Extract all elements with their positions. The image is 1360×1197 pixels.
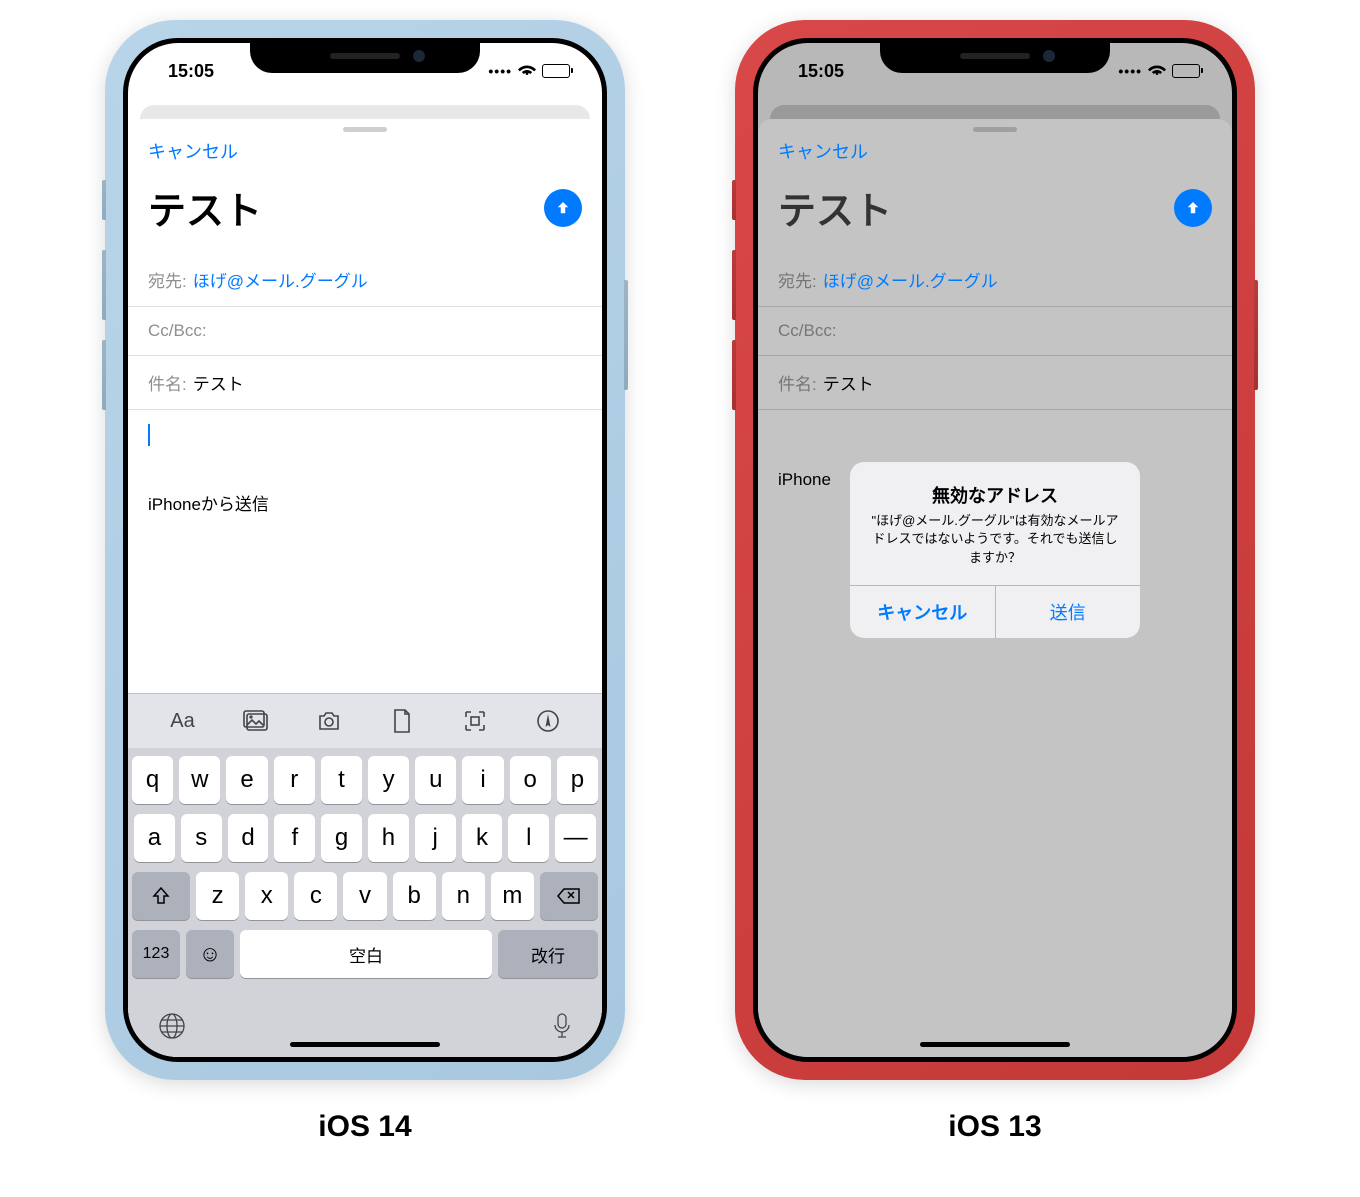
notch xyxy=(880,38,1110,73)
phone-frame-blue: 15:05 •••• キャンセル xyxy=(105,20,625,1080)
keyboard: Aa xyxy=(128,693,602,1057)
speaker xyxy=(960,53,1030,59)
number-key[interactable]: 123 xyxy=(132,930,180,978)
volume-up xyxy=(732,250,736,320)
cc-bcc-field[interactable]: Cc/Bcc: xyxy=(128,307,602,356)
status-time: 15:05 xyxy=(168,61,214,82)
document-icon[interactable] xyxy=(377,708,427,734)
mute-switch xyxy=(102,180,106,220)
shift-key[interactable] xyxy=(132,872,190,920)
key-b[interactable]: b xyxy=(393,872,436,920)
subject-field[interactable]: 件名: テスト xyxy=(128,356,602,410)
cancel-button[interactable]: キャンセル xyxy=(148,138,238,164)
key-s[interactable]: s xyxy=(181,814,222,862)
alert-overlay: 無効なアドレス "ほげ@メール.グーグル"は有効なメールアドレスではないようです… xyxy=(758,43,1232,1057)
phone-frame-red: 15:05 •••• キャンセル xyxy=(735,20,1255,1080)
alert-send-button[interactable]: 送信 xyxy=(996,586,1141,638)
volume-down xyxy=(732,340,736,410)
compose-title: テスト xyxy=(148,180,262,235)
emoji-key[interactable]: ☺ xyxy=(186,930,234,978)
to-value: ほげ@メール.グーグル xyxy=(193,267,368,292)
keyboard-toolbar: Aa xyxy=(128,693,602,748)
text-cursor xyxy=(148,424,150,446)
key-a[interactable]: a xyxy=(134,814,175,862)
volume-up xyxy=(102,250,106,320)
key-z[interactable]: z xyxy=(196,872,239,920)
mute-switch xyxy=(732,180,736,220)
key-f[interactable]: f xyxy=(274,814,315,862)
ios13-label: iOS 13 xyxy=(948,1110,1041,1144)
screen: 15:05 •••• キャンセル xyxy=(128,43,602,1057)
to-field[interactable]: 宛先: ほげ@メール.グーグル xyxy=(128,253,602,307)
markup-icon[interactable] xyxy=(523,709,573,733)
screen: 15:05 •••• キャンセル xyxy=(758,43,1232,1057)
camera-icon[interactable] xyxy=(304,710,354,732)
key-w[interactable]: w xyxy=(179,756,220,804)
globe-icon[interactable] xyxy=(158,1012,186,1047)
cc-bcc-label: Cc/Bcc: xyxy=(148,321,207,341)
keyboard-row-3: zxcvbnm xyxy=(132,872,598,920)
keyboard-row-1: qwertyuiop xyxy=(132,756,598,804)
subject-value: テスト xyxy=(193,370,244,395)
key-y[interactable]: y xyxy=(368,756,409,804)
keyboard-row-4: 123 ☺ 空白 改行 xyxy=(132,930,598,978)
notch xyxy=(250,38,480,73)
front-camera xyxy=(413,50,425,62)
key-l[interactable]: l xyxy=(508,814,549,862)
key-j[interactable]: j xyxy=(415,814,456,862)
ios13-phone-wrapper: 15:05 •••• キャンセル xyxy=(735,20,1255,1144)
cellular-icon: •••• xyxy=(488,63,512,79)
backspace-key[interactable] xyxy=(540,872,598,920)
subject-label: 件名: xyxy=(148,370,187,395)
key-c[interactable]: c xyxy=(294,872,337,920)
battery-icon xyxy=(542,64,570,78)
body-textarea[interactable]: iPhoneから送信 xyxy=(128,410,602,529)
key-g[interactable]: g xyxy=(321,814,362,862)
scan-icon[interactable] xyxy=(450,709,500,733)
return-key[interactable]: 改行 xyxy=(498,930,598,978)
sheet-grabber[interactable] xyxy=(343,127,387,132)
alert-dialog: 無効なアドレス "ほげ@メール.グーグル"は有効なメールアドレスではないようです… xyxy=(850,462,1140,638)
signature-text: iPhoneから送信 xyxy=(148,490,582,515)
key-t[interactable]: t xyxy=(321,756,362,804)
alert-cancel-button[interactable]: キャンセル xyxy=(850,586,996,638)
key-n[interactable]: n xyxy=(442,872,485,920)
power-button xyxy=(1254,280,1258,390)
key-e[interactable]: e xyxy=(226,756,267,804)
key-q[interactable]: q xyxy=(132,756,173,804)
speaker xyxy=(330,53,400,59)
wifi-icon xyxy=(518,61,536,82)
to-label: 宛先: xyxy=(148,267,187,292)
format-icon[interactable]: Aa xyxy=(158,710,208,733)
key-v[interactable]: v xyxy=(343,872,386,920)
send-button[interactable] xyxy=(544,189,582,227)
key-h[interactable]: h xyxy=(368,814,409,862)
key-m[interactable]: m xyxy=(491,872,534,920)
key-k[interactable]: k xyxy=(462,814,503,862)
photos-icon[interactable] xyxy=(231,710,281,732)
key-d[interactable]: d xyxy=(228,814,269,862)
volume-down xyxy=(102,340,106,410)
key-u[interactable]: u xyxy=(415,756,456,804)
ios14-label: iOS 14 xyxy=(318,1110,411,1144)
space-key[interactable]: 空白 xyxy=(240,930,492,978)
front-camera xyxy=(1043,50,1055,62)
alert-message: "ほげ@メール.グーグル"は有効なメールアドレスではないようです。それでも送信し… xyxy=(866,512,1124,567)
alert-title: 無効なアドレス xyxy=(866,482,1124,508)
key-—[interactable]: — xyxy=(555,814,596,862)
keyboard-row-2: asdfghjkl— xyxy=(132,814,598,862)
power-button xyxy=(624,280,628,390)
key-r[interactable]: r xyxy=(274,756,315,804)
mic-icon[interactable] xyxy=(552,1012,572,1047)
key-x[interactable]: x xyxy=(245,872,288,920)
key-i[interactable]: i xyxy=(462,756,503,804)
ios14-phone-wrapper: 15:05 •••• キャンセル xyxy=(105,20,625,1144)
key-o[interactable]: o xyxy=(510,756,551,804)
home-indicator[interactable] xyxy=(290,1042,440,1047)
arrow-up-icon xyxy=(554,199,572,217)
key-p[interactable]: p xyxy=(557,756,598,804)
